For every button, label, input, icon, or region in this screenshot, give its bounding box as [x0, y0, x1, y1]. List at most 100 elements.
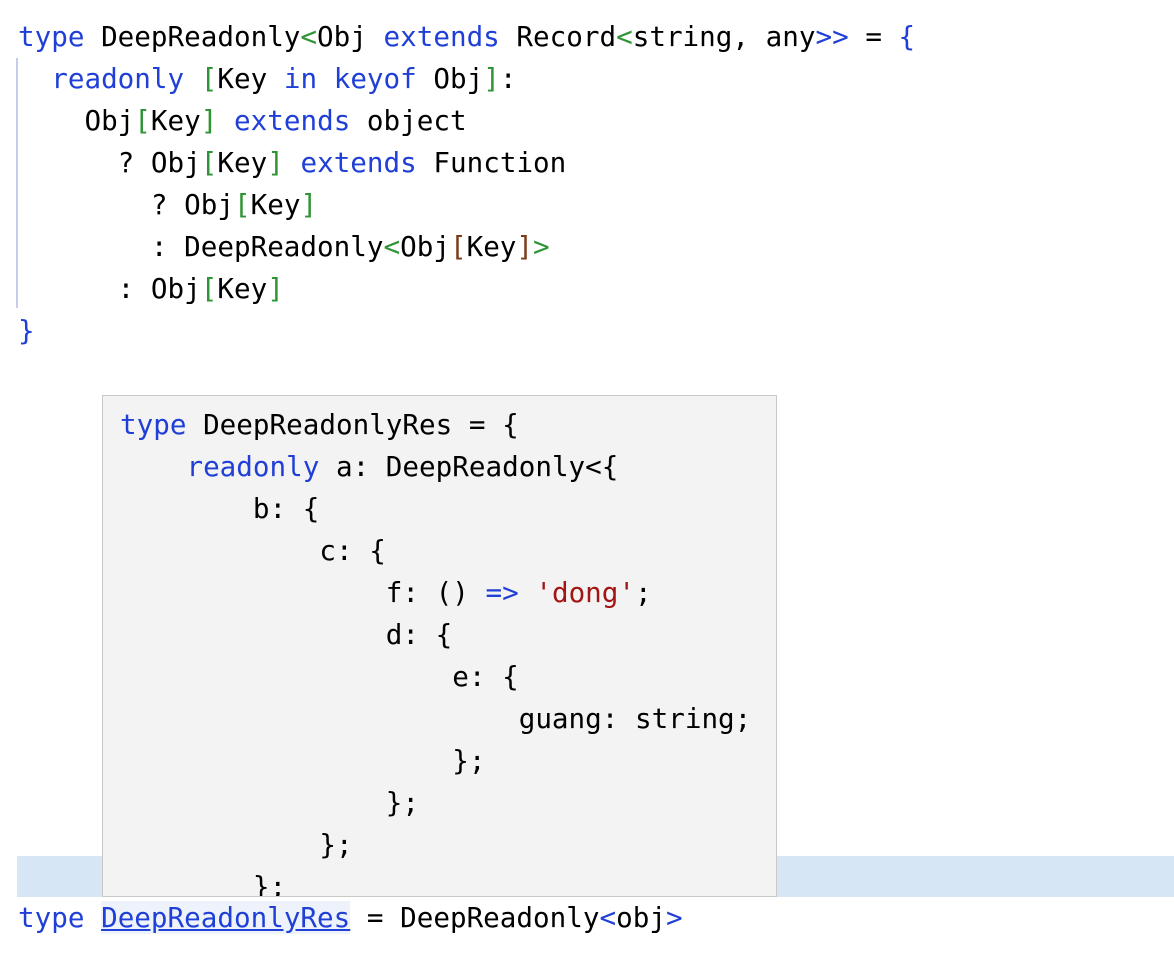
hover-tooltip: type DeepReadonlyRes = { readonly a: Dee…	[102, 395, 777, 897]
tooltip-line: f: () => 'dong';	[120, 572, 652, 614]
code-line: type DeepReadonlyRes = DeepReadonly<obj>	[18, 897, 683, 939]
code-token: ]	[267, 146, 284, 179]
code-token: [	[449, 230, 467, 263]
code-token: object	[350, 104, 467, 137]
code-token: DeepReadonlyRes = {	[186, 408, 519, 441]
code-token: keyof	[333, 62, 417, 95]
tooltip-line: type DeepReadonlyRes = {	[120, 404, 519, 446]
code-line: ? Obj[Key]	[18, 184, 317, 226]
code-token: ;	[635, 576, 652, 609]
code-line: : Obj[Key]	[18, 268, 284, 310]
code-token: extends	[234, 104, 351, 137]
code-token: type	[18, 901, 85, 934]
code-token: <	[599, 901, 617, 934]
code-token: Key	[150, 104, 201, 137]
code-token: ? Obj	[18, 146, 201, 179]
code-token: <	[616, 20, 633, 53]
code-token: <	[383, 230, 401, 263]
code-token: Key	[250, 188, 301, 221]
code-token: ]	[300, 188, 318, 221]
code-token: extends	[383, 20, 500, 53]
code-token: [	[200, 146, 218, 179]
code-token: = DeepReadonly	[350, 901, 600, 934]
tooltip-line: c: {	[120, 530, 386, 572]
tooltip-line: e: {	[120, 656, 519, 698]
code-token: Key	[217, 272, 268, 305]
code-token: };	[120, 744, 486, 777]
code-token: 'dong'	[535, 576, 636, 609]
code-token: [	[200, 272, 218, 305]
code-token: DeepReadonly	[84, 20, 301, 53]
code-token: Obj	[400, 230, 450, 263]
tooltip-line: };	[120, 866, 287, 897]
code-token: f: ()	[120, 576, 486, 609]
code-line: ? Obj[Key] extends Function	[18, 142, 567, 184]
code-token: extends	[300, 146, 417, 179]
code-token: in	[283, 62, 318, 95]
type-name-link[interactable]: DeepReadonlyRes	[101, 901, 351, 934]
code-token: [	[200, 62, 218, 95]
code-token: ]	[200, 104, 218, 137]
tooltip-line: };	[120, 740, 485, 782]
code-token: a: DeepReadonly<{	[319, 450, 619, 483]
code-token: };	[120, 828, 353, 861]
tooltip-line: d: {	[120, 614, 452, 656]
code-token: {	[898, 20, 916, 53]
code-token: readonly	[51, 62, 185, 95]
code-token: type	[18, 20, 85, 53]
code-token: [	[233, 188, 251, 221]
code-line: readonly [Key in keyof Obj]:	[18, 58, 516, 100]
code-token: Obj	[416, 62, 484, 95]
tooltip-line: readonly a: DeepReadonly<{	[120, 446, 618, 488]
code-token: : DeepReadonly	[18, 230, 384, 263]
code-token: b: {	[120, 492, 320, 525]
code-token: ]	[516, 230, 534, 263]
code-token: >	[533, 230, 550, 263]
code-token: =	[848, 20, 899, 53]
code-token: ]	[483, 62, 500, 95]
code-token: : Obj	[18, 272, 201, 305]
tooltip-line: };	[120, 782, 419, 824]
code-token: guang: string;	[120, 702, 752, 735]
tooltip-line: };	[120, 824, 353, 866]
code-token: }	[18, 314, 35, 347]
code-token: :	[499, 62, 517, 95]
code-token: obj	[616, 901, 666, 934]
code-token: ]	[267, 272, 284, 305]
code-line: Obj[Key] extends object	[18, 100, 467, 142]
code-token: d: {	[120, 618, 453, 651]
code-token: [	[134, 104, 151, 137]
code-token: };	[120, 786, 420, 819]
code-line: : DeepReadonly<Obj[Key]>	[18, 226, 550, 268]
code-token: c: {	[120, 534, 386, 567]
code-token: Record	[499, 20, 617, 53]
code-line: type DeepReadonly<Obj extends Record<str…	[18, 16, 915, 58]
code-line: }	[18, 310, 35, 352]
code-token: Obj	[317, 20, 384, 53]
code-token: Function	[416, 146, 567, 179]
code-token: Key	[466, 230, 517, 263]
code-token: readonly	[186, 450, 320, 483]
code-token: Key	[217, 146, 268, 179]
code-token: Key	[217, 62, 284, 95]
code-token: type	[120, 408, 187, 441]
code-token: };	[120, 870, 287, 897]
code-token: >>	[815, 20, 849, 53]
code-token: <	[300, 20, 318, 53]
code-token: string, any	[632, 20, 816, 53]
code-token: ? Obj	[18, 188, 234, 221]
code-token: =>	[485, 576, 519, 609]
code-token: e: {	[120, 660, 519, 693]
tooltip-line: b: {	[120, 488, 319, 530]
code-token: >	[665, 901, 683, 934]
code-token: Obj	[18, 104, 135, 137]
tooltip-line: guang: string;	[120, 698, 752, 740]
